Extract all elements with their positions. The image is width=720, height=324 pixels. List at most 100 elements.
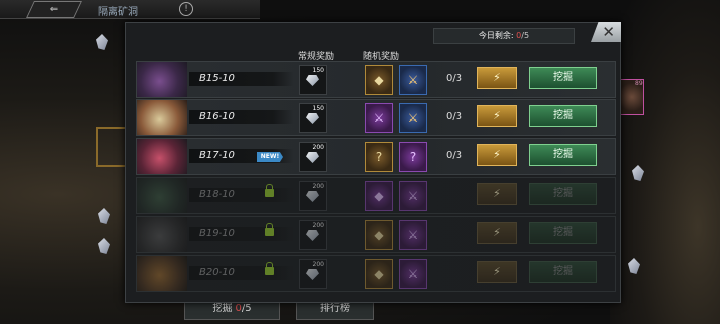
boss-portrait (137, 256, 187, 291)
random-reward-icon: ⚔ (407, 189, 419, 203)
diamond-icon (306, 230, 319, 241)
random-reward-icon: ? (409, 150, 417, 164)
random-reward-slot[interactable]: ⚔ (399, 65, 427, 95)
dig-label: 挖掘 (553, 72, 573, 83)
back-button[interactable]: ⇐ (26, 1, 82, 18)
remaining-total: /5 (521, 31, 530, 40)
normal-reward-slot[interactable]: 200 (299, 181, 327, 211)
boss-portrait (137, 100, 187, 135)
mine-level-row: B20-10 200 ◆ ⚔ ⚡ 挖掘 (136, 255, 616, 292)
boss-portrait (137, 62, 187, 97)
quick-dig-button[interactable]: ⚡ (477, 144, 517, 166)
random-reward-slot[interactable]: ⚔ (399, 220, 427, 250)
normal-reward-slot[interactable]: 150 (299, 103, 327, 133)
dig-label: 挖掘 (553, 188, 573, 199)
random-reward-icon: ⚔ (407, 73, 419, 87)
reward-quantity: 150 (312, 67, 324, 74)
boss-portrait (137, 178, 187, 213)
mine-level-row: B19-10 200 ◆ ⚔ ⚡ 挖掘 (136, 216, 616, 253)
lock-icon (265, 262, 274, 275)
background-rock (610, 0, 720, 324)
attempt-count: 0/3 (446, 111, 463, 122)
back-icon: ⇐ (49, 4, 59, 15)
attempt-count: 0/3 (446, 73, 463, 84)
bottom-dig-total: /5 (241, 303, 252, 314)
dig-label: 挖掘 (553, 266, 573, 277)
diamond-icon (306, 269, 319, 280)
random-reward-slot[interactable]: ? (399, 142, 427, 172)
level-name: B17-10 (199, 150, 235, 161)
quick-dig-button[interactable]: ⚡ (477, 105, 517, 127)
bottom-dig-label: 挖掘 (212, 303, 233, 314)
reward-quantity: 200 (312, 144, 324, 151)
lock-icon (265, 223, 274, 236)
dig-label: 挖掘 (553, 149, 573, 160)
dig-button[interactable]: 挖掘 (529, 105, 597, 127)
boss-portrait (137, 139, 187, 174)
level-name: B15-10 (199, 73, 235, 84)
mine-level-row: B18-10 200 ◆ ⚔ ⚡ 挖掘 (136, 177, 616, 214)
dig-label: 挖掘 (553, 227, 573, 238)
info-icon[interactable]: ! (179, 2, 193, 16)
diamond-icon (306, 75, 319, 86)
reward-quantity: 200 (312, 183, 324, 190)
diamond-icon (306, 191, 319, 202)
random-reward-icon: ◆ (374, 267, 384, 281)
level-name: B19-10 (199, 228, 235, 239)
normal-reward-slot[interactable]: 200 (299, 220, 327, 250)
random-reward-slot[interactable]: ◆ (365, 259, 393, 289)
level-name: B20-10 (199, 267, 235, 278)
new-badge: NEW! (257, 152, 283, 162)
random-reward-slot[interactable]: ⚔ (399, 259, 427, 289)
reward-quantity: 200 (312, 261, 324, 268)
random-reward-icon: ? (375, 150, 383, 164)
remaining-label: 今日剩余: (478, 31, 514, 40)
mine-level-row: B17-10 NEW! 200 ? ? 0/3 ⚡ 挖掘 (136, 138, 616, 175)
lightning-icon: ⚡ (493, 71, 501, 84)
random-reward-slot[interactable]: ⚔ (399, 181, 427, 211)
dig-label: 挖掘 (553, 110, 573, 121)
lightning-icon: ⚡ (493, 187, 501, 200)
random-reward-slot[interactable]: ⚔ (365, 103, 393, 133)
dig-button[interactable]: 挖掘 (529, 67, 597, 89)
lightning-icon: ⚡ (493, 265, 501, 278)
lock-icon (265, 184, 274, 197)
random-reward-slot[interactable]: ◆ (365, 65, 393, 95)
side-hero-level: 89 (635, 80, 643, 87)
normal-reward-slot[interactable]: 200 (299, 259, 327, 289)
boss-portrait (137, 217, 187, 252)
random-reward-icon: ◆ (374, 189, 384, 203)
diamond-icon (306, 152, 319, 163)
dig-button[interactable]: 挖掘 (529, 144, 597, 166)
random-reward-icon: ◆ (374, 73, 384, 87)
dig-button[interactable]: 挖掘 (529, 222, 597, 244)
normal-reward-slot[interactable]: 150 (299, 65, 327, 95)
lightning-icon: ⚡ (493, 109, 501, 122)
mine-level-row: B15-10 150 ◆ ⚔ 0/3 ⚡ 挖掘 (136, 61, 616, 98)
rank-label: 排行榜 (320, 303, 350, 314)
top-bar: ⇐ 隔离矿洞 ! (0, 0, 260, 19)
random-reward-icon: ⚔ (407, 228, 419, 242)
attempt-count: 0/3 (446, 150, 463, 161)
random-reward-slot[interactable]: ◆ (365, 220, 393, 250)
lightning-icon: ⚡ (493, 226, 501, 239)
random-reward-slot[interactable]: ◆ (365, 181, 393, 211)
quick-dig-button[interactable]: ⚡ (477, 222, 517, 244)
random-reward-icon: ⚔ (407, 267, 419, 281)
remaining-counter: 今日剩余: 0/5 (433, 28, 575, 44)
lightning-icon: ⚡ (493, 148, 501, 161)
quick-dig-button[interactable]: ⚡ (477, 67, 517, 89)
random-reward-slot[interactable]: ⚔ (399, 103, 427, 133)
diamond-icon (306, 113, 319, 124)
random-reward-icon: ⚔ (373, 111, 385, 125)
dig-button[interactable]: 挖掘 (529, 183, 597, 205)
quick-dig-button[interactable]: ⚡ (477, 261, 517, 283)
random-reward-icon: ⚔ (407, 111, 419, 125)
quick-dig-button[interactable]: ⚡ (477, 183, 517, 205)
dig-button[interactable]: 挖掘 (529, 261, 597, 283)
close-icon: ✕ (602, 23, 615, 41)
normal-reward-slot[interactable]: 200 (299, 142, 327, 172)
random-reward-icon: ◆ (374, 228, 384, 242)
random-reward-slot[interactable]: ? (365, 142, 393, 172)
level-name: B18-10 (199, 189, 235, 200)
